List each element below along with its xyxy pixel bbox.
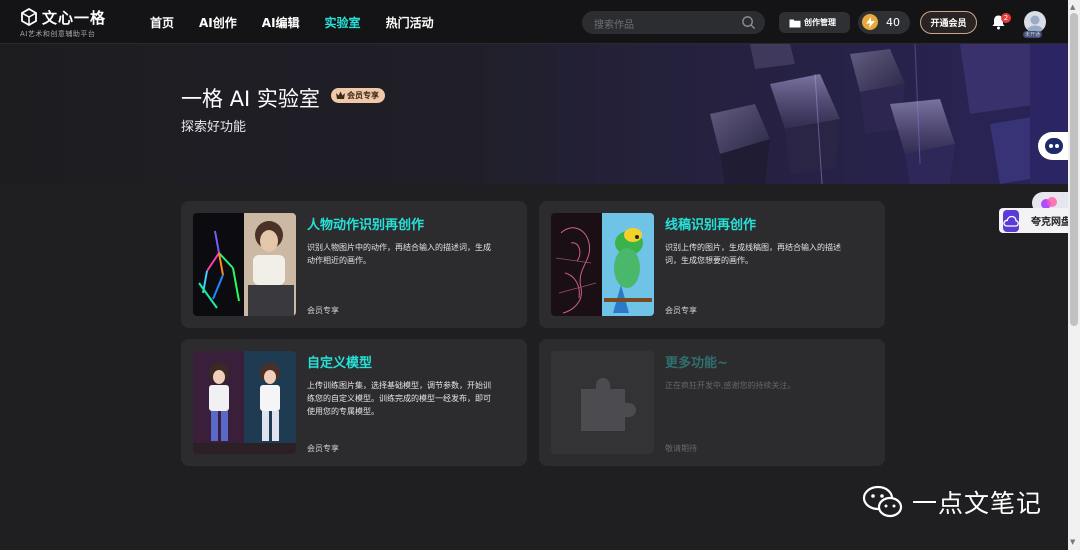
card-tag: 敬请期待 [665, 444, 697, 453]
logo-title: 文心一格 [42, 9, 107, 27]
search-placeholder: 搜索作品 [594, 20, 634, 31]
banner-title: 一格 AI 实验室 [181, 87, 320, 111]
nav-item-home[interactable]: 首页 [150, 14, 174, 31]
card-thumbnail [551, 213, 654, 316]
logo[interactable]: 文心一格 AI艺术和创意辅助平台 [20, 6, 110, 40]
scrollbar-thumb[interactable] [1070, 13, 1078, 326]
feature-card-lineart-recreate[interactable]: 线稿识别再创作 识别上传的图片，生成线稿图，再结合输入的描述词，生成您想要的画作… [539, 201, 885, 328]
card-thumbnail [193, 213, 296, 316]
custom-model-thumbnail-image [193, 351, 296, 454]
banner-subtitle: 探索好功能 [181, 120, 247, 135]
assistant-float-button[interactable] [1038, 132, 1068, 160]
search-icon[interactable] [741, 15, 756, 30]
pose-thumbnail-image [193, 213, 296, 316]
card-tag: 会员专享 [665, 306, 697, 315]
avatar[interactable] [1024, 11, 1046, 33]
folder-icon [789, 19, 801, 27]
logo-cube-icon [21, 8, 37, 26]
lineart-thumbnail-image [551, 213, 654, 316]
chatbot-icon [1045, 138, 1063, 154]
feature-card-custom-model[interactable]: 自定义模型 上传训练图片集，选择基础模型，调节参数，开始训练您的自定义模型。训练… [181, 339, 527, 466]
card-thumbnail [551, 351, 654, 454]
notification-badge: 2 [1001, 13, 1011, 23]
card-thumbnail [193, 351, 296, 454]
open-vip-button[interactable]: 开通会员 [920, 11, 977, 34]
puzzle-piece-icon [581, 378, 636, 431]
badge-label: 会员专享 [347, 91, 379, 100]
avatar-status-label: 未开通 [1023, 31, 1043, 38]
card-tag: 会员专享 [307, 306, 339, 315]
points-balance[interactable]: 40 [858, 11, 910, 34]
card-tag: 会员专享 [307, 444, 339, 453]
card-description: 正在疯狂开发中,感谢您的持续关注。 [665, 381, 796, 390]
member-exclusive-badge: 会员专享 [331, 88, 385, 103]
logo-subtitle: AI艺术和创意辅助平台 [20, 30, 96, 38]
feature-card-more-coming: 更多功能~ 正在疯狂开发中,感谢您的持续关注。 敬请期待 [539, 339, 885, 466]
main-nav: 首页 AI创作 AI编辑 实验室 热门活动 [150, 0, 459, 44]
card-description: 识别人物图片中的动作，再结合输入的描述词，生成动作相近的画作。 [307, 243, 491, 265]
create-manage-label: 创作管理 [804, 18, 836, 27]
user-avatar-icon [1027, 15, 1043, 33]
nav-item-hot-events[interactable]: 热门活动 [386, 14, 434, 31]
card-title[interactable]: 人物动作识别再创作 [307, 214, 424, 233]
lab-banner: 一格 AI 实验室 会员专享 探索好功能 [0, 44, 1068, 184]
netdisk-float-button[interactable]: 夸克网盘 [999, 208, 1071, 233]
nav-item-lab[interactable]: 实验室 [325, 14, 361, 31]
feature-card-pose-recreate[interactable]: 人物动作识别再创作 识别人物图片中的动作，再结合输入的描述词，生成动作相近的画作… [181, 201, 527, 328]
top-navigation-bar: 文心一格 AI艺术和创意辅助平台 首页 AI创作 AI编辑 实验室 热门活动 搜… [0, 0, 1068, 44]
watermark: 一点文笔记 [862, 482, 1042, 522]
netdisk-label: 夸克网盘 [1031, 217, 1071, 228]
scroll-down-arrow-icon[interactable]: ▼ [1070, 538, 1075, 546]
card-title: 更多功能~ [665, 356, 728, 371]
card-description: 上传训练图片集，选择基础模型，调节参数，开始训练您的自定义模型。训练完成的模型一… [307, 381, 491, 416]
wechat-icon [862, 485, 903, 518]
card-title[interactable]: 线稿识别再创作 [665, 214, 756, 233]
cloud-drive-icon [1003, 209, 1019, 232]
nav-item-ai-edit[interactable]: AI编辑 [262, 14, 300, 31]
points-value: 40 [886, 16, 900, 29]
create-manage-button[interactable]: 创作管理 [779, 12, 850, 33]
card-description: 识别上传的图片，生成线稿图，再结合输入的描述词，生成您想要的画作。 [665, 243, 841, 265]
search-input[interactable]: 搜索作品 [582, 11, 765, 34]
watermark-text: 一点文笔记 [912, 489, 1043, 518]
card-title[interactable]: 自定义模型 [307, 352, 372, 371]
nav-item-ai-create[interactable]: AI创作 [199, 14, 237, 31]
scroll-up-arrow-icon[interactable]: ▲ [1070, 3, 1075, 11]
lightning-icon [862, 14, 878, 30]
banner-cubes-art [560, 44, 1068, 184]
crown-icon [336, 91, 345, 99]
